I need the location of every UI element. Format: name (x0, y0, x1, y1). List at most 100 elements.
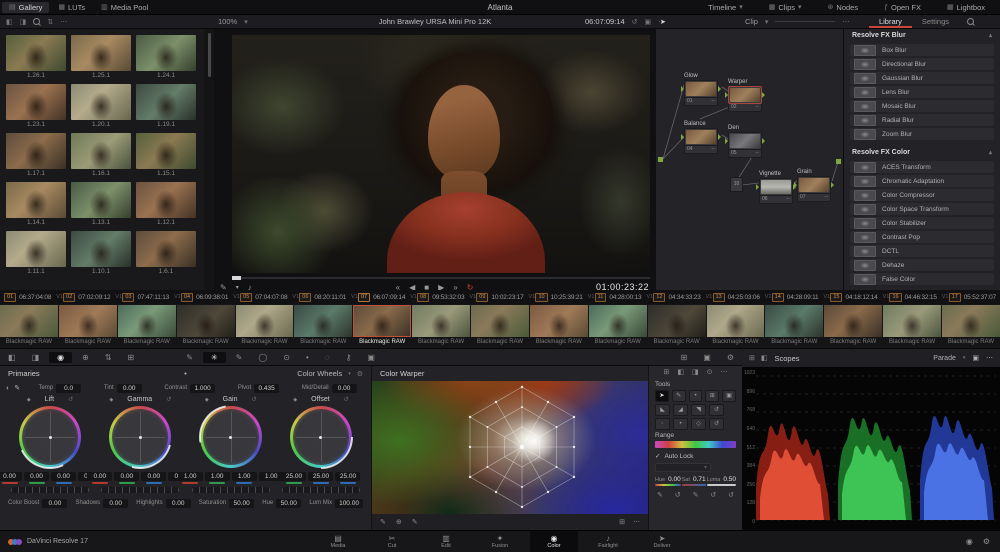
color-node[interactable]: Glow 01 ◦◦ (681, 73, 721, 106)
scope-layout-icon[interactable]: ⊞ (749, 354, 755, 362)
wheel-value-box[interactable]: 25.00 (335, 472, 361, 481)
hue-value[interactable]: 0.00 (668, 476, 681, 483)
warp-right-tool[interactable]: ◢ (673, 404, 688, 416)
page-button[interactable]: ✦ Fusion (476, 531, 524, 552)
wheel-value-box[interactable]: 0.00 (141, 472, 167, 481)
pin-tool[interactable]: • (688, 390, 703, 402)
wheel-mode-dropdown[interactable]: Color Wheels (297, 369, 342, 378)
reset-icon[interactable]: ↺ (675, 491, 681, 499)
timeline-clip-thumbnail[interactable]: Blackmagic RAW (471, 305, 529, 347)
motion-effects-icon[interactable]: ⊞ (120, 353, 143, 362)
split-view-icon[interactable]: ◨ (692, 368, 699, 379)
gallery-still[interactable]: 1.20.1 (71, 84, 131, 129)
lock-mode-dropdown[interactable]: ▾ (655, 463, 711, 472)
snap-icon[interactable]: ⊞ (619, 518, 625, 526)
key-palette-icon[interactable]: ⚷ (338, 353, 360, 362)
warp-left-tool[interactable]: ◣ (655, 404, 670, 416)
tab-settings[interactable]: Settings (912, 15, 959, 28)
nodes-button[interactable]: ⊛ Nodes (821, 2, 866, 13)
timeline-clip-thumbnail[interactable]: Blackmagic RAW (235, 305, 294, 347)
wheel-value-box[interactable]: 0.00 (24, 472, 49, 481)
timeline-clip-thumbnail[interactable]: Blackmagic RAW (353, 305, 412, 347)
fx-item[interactable]: Lens Blur (850, 86, 994, 98)
timeline-clip-marker[interactable]: 12 04:34:33:23 V1 (653, 292, 712, 302)
grid-view-icon[interactable]: ⊞ (664, 368, 670, 379)
color-warper-icon[interactable]: ✳ (202, 351, 226, 363)
info-icon[interactable]: ⚙ (719, 353, 742, 362)
fx-item[interactable]: Box Blur (850, 44, 994, 56)
fx-item[interactable]: Color Compressor (850, 189, 994, 201)
still-grid-icon[interactable]: ◨ (20, 18, 27, 26)
timeline-clip-marker[interactable]: 08 09:53:32:03 V1 (417, 292, 476, 302)
more-icon[interactable]: ⋯ (633, 518, 640, 526)
param-value[interactable]: 0.00 (331, 383, 357, 393)
gallery-still[interactable]: 1.15.1 (136, 133, 196, 178)
sat-value[interactable]: 0.71 (693, 476, 706, 483)
media-pool-button[interactable]: ▥ Media Pool (94, 2, 155, 13)
color-node[interactable]: Warper 02 ◦◦ (725, 79, 765, 112)
expand-icon[interactable]: ▣ (972, 354, 979, 362)
fx-item[interactable]: Radial Blur (850, 114, 994, 126)
offset-master-slider[interactable] (281, 486, 360, 493)
pin-b-tool[interactable]: • (673, 418, 688, 430)
wheel-value[interactable]: 1.00 (204, 472, 230, 484)
param-value[interactable]: 0.00 (116, 383, 142, 393)
color-wheels-icon[interactable]: ◉ (49, 351, 73, 363)
param-value[interactable]: 0.00 (165, 498, 191, 508)
blur-palette-icon[interactable]: ◌ (317, 353, 338, 362)
fx-item[interactable]: Chromatic Adaptation (850, 175, 994, 187)
target-icon[interactable]: ⊙ (707, 368, 713, 379)
wheel-value-box[interactable]: 25.00 (281, 472, 307, 481)
picker-icon[interactable]: ✎ (14, 384, 20, 392)
search-icon[interactable] (33, 18, 41, 25)
wheel-value[interactable]: 0.00 (51, 472, 76, 484)
collapse-icon[interactable]: ▴ (989, 149, 992, 156)
node-clip-selector[interactable]: Clip ▾ ⋯ (745, 15, 849, 28)
fx-item[interactable]: Contrast Pop (850, 231, 994, 243)
fx-item[interactable]: Directional Blur (850, 58, 994, 70)
node-cursor-tool[interactable]: ➤ (660, 15, 666, 28)
expand-icon[interactable]: ▣ (645, 18, 652, 26)
gallery-scrollbar[interactable] (204, 29, 214, 290)
curves-icon[interactable]: ✎ (178, 353, 201, 362)
timeline-clip-thumbnail[interactable]: Blackmagic RAW (58, 305, 117, 347)
wheel-value[interactable]: 25.00 (308, 472, 334, 484)
reset-icon[interactable]: ↺ (68, 396, 73, 403)
color-match-icon[interactable]: ◨ (24, 353, 48, 362)
gain-master-slider[interactable] (191, 486, 270, 493)
hue-saturation-mesh[interactable] (372, 381, 648, 514)
refresh-icon[interactable]: ↺ (632, 18, 638, 26)
gallery-still[interactable]: 1.23.1 (6, 84, 66, 129)
lightbox-button[interactable]: ▦ Lightbox (940, 2, 992, 13)
eyedropper-icon[interactable]: ✎ (693, 491, 699, 499)
reset-icon[interactable]: ↺ (166, 396, 171, 403)
timeline-clip-thumbnail[interactable]: Blackmagic RAW (706, 305, 765, 347)
window-icon[interactable]: ◯ (250, 353, 275, 362)
timeline-clip-marker[interactable]: 16 04:46:32:15 V1 (889, 292, 948, 302)
reset-icon[interactable]: ↺ (710, 491, 716, 499)
lock-tool[interactable]: ◇ (691, 418, 706, 430)
pencil-icon[interactable]: ✎ (412, 518, 418, 526)
timeline-clip-marker[interactable]: 13 04:25:03:06 V1 (712, 292, 772, 302)
fx-item[interactable]: Dehaze (850, 259, 994, 271)
param-value[interactable]: 50.00 (229, 498, 255, 508)
parade-scope[interactable]: 1023 896 768 640 512 384 256 128 0 (742, 367, 1000, 531)
timeline-clip-thumbnail[interactable]: Blackmagic RAW (294, 305, 353, 347)
timeline-clip-thumbnail[interactable]: Blackmagic RAW (765, 305, 824, 347)
mixer-node[interactable]: 10 (730, 177, 743, 192)
reset-icon[interactable]: ↺ (344, 396, 349, 403)
fx-section-header[interactable]: Resolve FX Color ▴ (844, 146, 1000, 159)
row-tool[interactable]: ⊞ (705, 390, 720, 402)
keyframes-icon[interactable]: ⊞ (673, 353, 696, 362)
collapse-icon[interactable]: ▴ (989, 32, 992, 39)
eyedropper-icon[interactable]: ✎ (657, 491, 663, 499)
gallery-still[interactable]: 1.10.1 (71, 231, 131, 276)
wheel-value[interactable]: 25.00 (335, 472, 361, 484)
warp-up-tool[interactable]: ◥ (691, 404, 706, 416)
timeline-clip-marker[interactable]: 15 04:18:12:14 V1 (830, 292, 889, 302)
gallery-still[interactable]: 1.19.1 (136, 84, 196, 129)
sizing-palette-icon[interactable]: ▣ (359, 353, 383, 362)
viewer-zoom[interactable]: 100% ▾ (218, 15, 248, 28)
playhead[interactable] (232, 276, 241, 280)
rgb-mixer-icon[interactable]: ⇅ (97, 353, 120, 362)
